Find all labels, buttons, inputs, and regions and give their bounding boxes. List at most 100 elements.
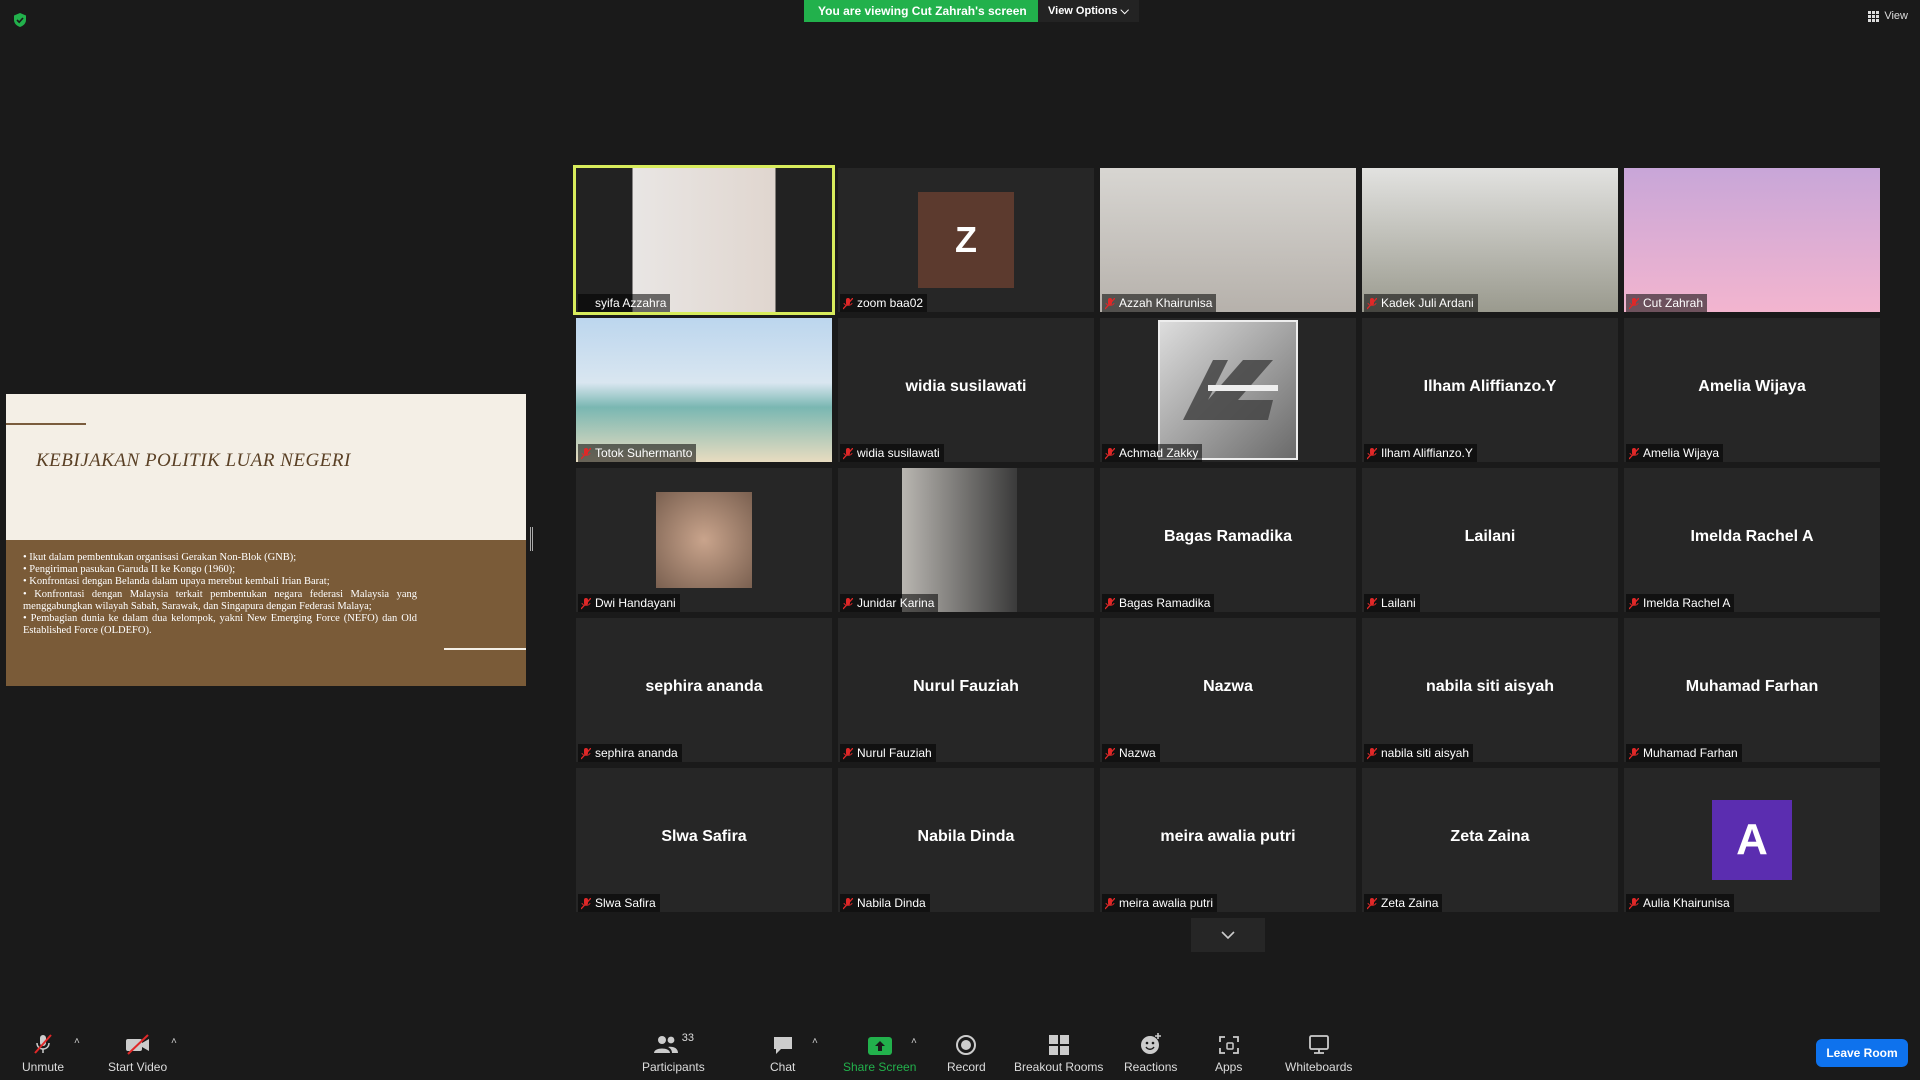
microphone-muted-icon bbox=[581, 297, 591, 309]
panel-resize-handle[interactable] bbox=[530, 527, 533, 551]
microphone-muted-icon bbox=[842, 447, 854, 460]
participant-name-label: nabila siti aisyah bbox=[1364, 744, 1474, 762]
microphone-muted-icon bbox=[580, 597, 592, 610]
participant-display-name: Nurul Fauziah bbox=[913, 678, 1019, 695]
participant-tile[interactable]: Dwi Handayani bbox=[576, 468, 832, 612]
participant-tile[interactable]: Zzoom baa02 bbox=[838, 168, 1094, 312]
participant-name: Dwi Handayani bbox=[595, 596, 676, 610]
record-button[interactable]: Record bbox=[947, 1032, 986, 1074]
participant-tile[interactable]: Kadek Juli Ardani bbox=[1362, 168, 1618, 312]
slide-title: KEBIJAKAN POLITIK LUAR NEGERI bbox=[36, 450, 351, 471]
microphone-muted-icon bbox=[1366, 447, 1378, 460]
chat-button[interactable]: Chat bbox=[770, 1032, 795, 1074]
video-feed bbox=[576, 318, 832, 462]
az-logo-icon bbox=[1183, 360, 1278, 420]
participant-tile[interactable]: nabila siti aisyah nabila siti aisyah bbox=[1362, 618, 1618, 762]
participant-tile[interactable]: Azzah Khairunisa bbox=[1100, 168, 1356, 312]
participant-tile[interactable]: Nabila Dinda Nabila Dinda bbox=[838, 768, 1094, 912]
participant-name: Ilham Aliffianzo.Y bbox=[1381, 446, 1473, 460]
share-screen-button[interactable]: Share Screen bbox=[843, 1032, 916, 1074]
participant-display-name: Ilham Aliffianzo.Y bbox=[1423, 378, 1557, 395]
shared-screen-slide[interactable]: KEBIJAKAN POLITIK LUAR NEGERI • Ikut dal… bbox=[6, 394, 526, 686]
gallery-next-page-button[interactable] bbox=[1191, 918, 1265, 952]
participant-tile[interactable]: Nurul Fauziah Nurul Fauziah bbox=[838, 618, 1094, 762]
participant-display-name: Nazwa bbox=[1203, 678, 1253, 695]
participant-name: nabila siti aisyah bbox=[1381, 746, 1470, 760]
participant-tile[interactable]: Achmad Zakky bbox=[1100, 318, 1356, 462]
participant-name-label: Junidar Karina bbox=[840, 594, 939, 612]
microphone-muted-icon bbox=[1628, 447, 1640, 460]
participant-tile[interactable]: Bagas Ramadika Bagas Ramadika bbox=[1100, 468, 1356, 612]
participant-tile[interactable]: sephira ananda sephira ananda bbox=[576, 618, 832, 762]
participant-tile[interactable]: Zeta Zaina Zeta Zaina bbox=[1362, 768, 1618, 912]
start-video-button[interactable]: Start Video bbox=[108, 1032, 167, 1074]
participants-count: 33 bbox=[681, 1032, 694, 1044]
participant-tile[interactable]: Junidar Karina bbox=[838, 468, 1094, 612]
participant-tile[interactable]: Cut Zahrah bbox=[1624, 168, 1880, 312]
participant-display-name: Muhamad Farhan bbox=[1685, 678, 1819, 695]
participant-tile[interactable]: Nazwa Nazwa bbox=[1100, 618, 1356, 762]
participant-name-label: meira awalia putri bbox=[1102, 894, 1218, 912]
avatar bbox=[1158, 320, 1298, 460]
microphone-muted-icon bbox=[842, 747, 854, 760]
chat-icon bbox=[773, 1037, 792, 1054]
chevron-down-icon bbox=[1221, 931, 1235, 940]
chat-options-caret[interactable]: ˄ bbox=[812, 1036, 818, 1047]
participants-button[interactable]: 33 Participants bbox=[642, 1032, 705, 1074]
whiteboard-icon bbox=[1308, 1035, 1329, 1054]
participant-display-name: Imelda Rachel A bbox=[1690, 528, 1814, 545]
whiteboards-label: Whiteboards bbox=[1285, 1060, 1353, 1074]
participant-tile[interactable]: Amelia Wijaya Amelia Wijaya bbox=[1624, 318, 1880, 462]
participant-name-label: Lailani bbox=[1364, 594, 1420, 612]
participant-name: Lailani bbox=[1381, 596, 1416, 610]
microphone-muted-icon bbox=[580, 897, 592, 910]
reactions-button[interactable]: Reactions bbox=[1124, 1032, 1177, 1074]
microphone-muted-icon bbox=[580, 447, 592, 460]
participant-name-label: sephira ananda bbox=[578, 744, 682, 762]
participant-tile[interactable]: Muhamad Farhan Muhamad Farhan bbox=[1624, 618, 1880, 762]
participant-tile[interactable]: widia susilawati widia susilawati bbox=[838, 318, 1094, 462]
whiteboards-button[interactable]: Whiteboards bbox=[1285, 1032, 1352, 1074]
view-button[interactable]: View bbox=[1868, 10, 1908, 22]
slide-bullet-list: • Ikut dalam pembentukan organisasi Gera… bbox=[23, 552, 417, 637]
participant-name-label: Bagas Ramadika bbox=[1102, 594, 1215, 612]
participant-tile[interactable]: A Aulia Khairunisa bbox=[1624, 768, 1880, 912]
apps-label: Apps bbox=[1215, 1060, 1243, 1074]
participant-display-name: Lailani bbox=[1464, 528, 1516, 545]
microphone-muted-icon bbox=[1366, 597, 1378, 610]
leave-room-button[interactable]: Leave Room bbox=[1816, 1039, 1908, 1067]
participant-tile[interactable]: Totok Suhermanto bbox=[576, 318, 832, 462]
participant-name-label: Amelia Wijaya bbox=[1626, 444, 1724, 462]
participant-tile[interactable]: Lailani Lailani bbox=[1362, 468, 1618, 612]
participant-display-name: nabila siti aisyah bbox=[1425, 678, 1555, 695]
participant-name-label: Achmad Zakky bbox=[1102, 444, 1203, 462]
record-label: Record bbox=[947, 1060, 986, 1074]
participant-tile[interactable]: meira awalia putri meira awalia putri bbox=[1100, 768, 1356, 912]
microphone-muted-icon bbox=[842, 897, 854, 910]
participant-tile[interactable]: syifa Azzahra bbox=[573, 165, 835, 315]
participant-name: Bagas Ramadika bbox=[1119, 596, 1211, 610]
chevron-down-icon: ⌵ bbox=[1120, 5, 1129, 17]
share-options-caret[interactable]: ˄ bbox=[911, 1036, 917, 1047]
participant-name-label: zoom baa02 bbox=[840, 294, 928, 312]
view-options-button[interactable]: View Options ⌵ bbox=[1038, 0, 1139, 22]
slide-bullet: • Ikut dalam pembentukan organisasi Gera… bbox=[23, 552, 297, 563]
apps-button[interactable]: Apps bbox=[1215, 1032, 1242, 1074]
slide-content-panel: • Ikut dalam pembentukan organisasi Gera… bbox=[6, 540, 526, 686]
video-feed bbox=[1100, 168, 1356, 312]
video-options-caret[interactable]: ˄ bbox=[171, 1036, 177, 1047]
participant-display-name: Amelia Wijaya bbox=[1698, 378, 1806, 395]
chat-label: Chat bbox=[770, 1060, 796, 1074]
participant-name-label: Totok Suhermanto bbox=[578, 444, 697, 462]
encryption-shield-icon[interactable] bbox=[12, 12, 28, 28]
meeting-toolbar: Unmute ˄ Start Video ˄ 33 Participants C… bbox=[0, 1020, 1920, 1080]
unmute-button[interactable]: Unmute bbox=[22, 1032, 64, 1074]
participant-tile[interactable]: Imelda Rachel A Imelda Rachel A bbox=[1624, 468, 1880, 612]
audio-options-caret[interactable]: ˄ bbox=[74, 1036, 80, 1047]
participant-tile[interactable]: Ilham Aliffianzo.Y Ilham Aliffianzo.Y bbox=[1362, 318, 1618, 462]
microphone-muted-icon bbox=[842, 297, 854, 310]
participant-display-name: sephira ananda bbox=[645, 678, 763, 695]
breakout-rooms-button[interactable]: Breakout Rooms bbox=[1014, 1032, 1103, 1074]
participant-name-label: syifa Azzahra bbox=[578, 294, 671, 312]
participant-tile[interactable]: Slwa Safira Slwa Safira bbox=[576, 768, 832, 912]
